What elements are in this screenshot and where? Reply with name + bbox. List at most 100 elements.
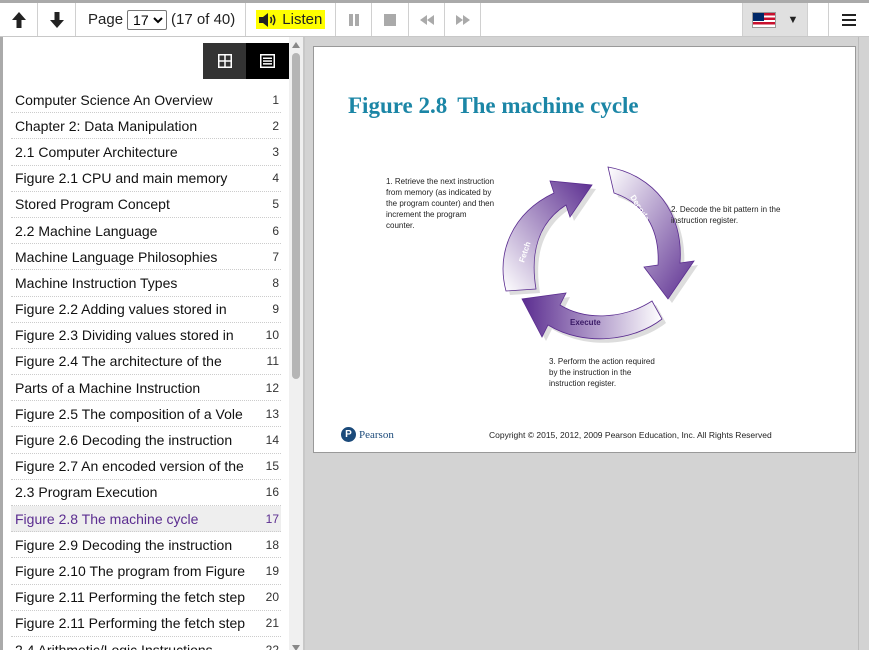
- menu-button[interactable]: [828, 3, 869, 36]
- toc-item[interactable]: Figure 2.5 The composition of a Vole 13: [11, 401, 281, 428]
- toc-item-page-number: 10: [265, 328, 279, 343]
- toc-item[interactable]: Machine Language Philosophies 7: [11, 244, 281, 271]
- page-navigator: Page 17 (17 of 40): [76, 3, 247, 36]
- toc-item-title: Figure 2.2 Adding values stored in: [15, 301, 227, 318]
- toc-item-title: 2.3 Program Execution: [15, 484, 158, 501]
- decode-note: 2. Decode the bit pattern in the instruc…: [671, 205, 781, 225]
- scroll-down-icon[interactable]: [291, 643, 301, 650]
- toolbar: Page 17 (17 of 40) Listen: [0, 3, 869, 37]
- toc-item[interactable]: 2.2 Machine Language 6: [11, 218, 281, 245]
- toc-item-page-number: 2: [272, 118, 279, 133]
- content-scrollbar[interactable]: [858, 37, 869, 650]
- toc-item-page-number: 6: [272, 223, 279, 238]
- toc-item-title: Figure 2.11 Performing the fetch step: [15, 589, 246, 606]
- machine-cycle-diagram: Fetch Decode Execute: [502, 166, 698, 343]
- toc-item-title: 2.4 Arithmetic/Logic Instructions: [15, 641, 213, 650]
- toc-item-page-number: 13: [265, 406, 279, 421]
- toc-list: Computer Science An Overview 1 Chapter 2: …: [11, 87, 281, 650]
- toc-item-page-number: 16: [265, 485, 279, 500]
- toc-item-page-number: 21: [265, 616, 279, 631]
- view-toggle: [203, 43, 289, 79]
- toc-item-title: Chapter 2: Data Manipulation: [15, 117, 198, 134]
- toc-item[interactable]: Figure 2.10 The program from Figure 19: [11, 558, 281, 585]
- toc-item-page-number: 4: [272, 171, 279, 186]
- toc-item-page-number: 1: [272, 92, 279, 107]
- listen-button[interactable]: Listen: [246, 3, 337, 36]
- toc-item-title: Parts of a Machine Instruction: [15, 379, 201, 396]
- sidebar-scrollbar[interactable]: [289, 37, 303, 650]
- toc-item-page-number: 14: [265, 433, 279, 448]
- stop-icon: [384, 13, 397, 26]
- toc-item-page-number: 9: [272, 302, 279, 317]
- toc-item[interactable]: Machine Instruction Types 8: [11, 270, 281, 297]
- toc-item-title: Machine Language Philosophies: [15, 248, 218, 265]
- pause-icon: [348, 13, 359, 26]
- toc-item[interactable]: Figure 2.8 The machine cycle 17: [11, 506, 281, 533]
- fetch-arrow: [502, 180, 593, 292]
- scrollbar-thumb[interactable]: [292, 53, 300, 379]
- toc-item-page-number: 22: [265, 642, 279, 650]
- toc-item-page-number: 18: [265, 537, 279, 552]
- toc-item[interactable]: Figure 2.11 Performing the fetch step 20: [11, 585, 281, 611]
- execute-label: Execute: [570, 318, 601, 327]
- toc-item[interactable]: Figure 2.9 Decoding the instruction 18: [11, 532, 281, 559]
- toc-item[interactable]: 2.3 Program Execution 16: [11, 480, 281, 506]
- toc-item[interactable]: 2.4 Arithmetic/Logic Instructions 22: [11, 637, 281, 650]
- toc-item[interactable]: Figure 2.6 Decoding the instruction 14: [11, 427, 281, 454]
- page-select[interactable]: 17: [127, 9, 168, 30]
- toc-item-title: Figure 2.5 The composition of a Vole: [15, 405, 243, 422]
- toc-item-title: Figure 2.3 Dividing values stored in: [15, 327, 234, 344]
- page-count: (17 of 40): [171, 11, 236, 28]
- toc-item-title: 2.2 Machine Language: [15, 222, 158, 239]
- fast-forward-icon: [455, 14, 470, 25]
- toc-item[interactable]: Computer Science An Overview 1: [11, 87, 281, 114]
- toc-item[interactable]: Figure 2.2 Adding values stored in 9: [11, 297, 281, 323]
- toc-item[interactable]: Stored Program Concept 5: [11, 192, 281, 218]
- reader-app: Page 17 (17 of 40) Listen ▼ Computer Sci…: [0, 0, 869, 650]
- thumbnail-view-button[interactable]: [203, 43, 246, 79]
- listen-label: Listen: [282, 11, 323, 28]
- toc-item[interactable]: 2.1 Computer Architecture 3: [11, 139, 281, 166]
- toc-item[interactable]: Figure 2.11 Performing the fetch step 21: [11, 611, 281, 637]
- stop-button[interactable]: [372, 3, 410, 36]
- copyright-text: Copyright © 2015, 2012, 2009 Pearson Edu…: [489, 430, 772, 440]
- next-page-button[interactable]: [38, 3, 76, 36]
- toc-item[interactable]: Figure 2.7 An encoded version of the 15: [11, 454, 281, 480]
- toc-item-page-number: 8: [272, 275, 279, 290]
- toc-item[interactable]: Chapter 2: Data Manipulation 2: [11, 113, 281, 140]
- toc-item-page-number: 3: [272, 144, 279, 159]
- pearson-logo-icon: P: [341, 427, 356, 442]
- rewind-icon: [419, 14, 434, 25]
- arrow-down-icon: [49, 11, 64, 28]
- table-of-contents-panel: Computer Science An Overview 1 Chapter 2: …: [0, 37, 305, 650]
- list-view-button[interactable]: [246, 43, 289, 79]
- pause-button[interactable]: [336, 3, 373, 36]
- toc-item-page-number: 17: [265, 511, 279, 526]
- toc-item-title: Computer Science An Overview: [15, 91, 213, 108]
- toc-item-page-number: 19: [265, 563, 279, 578]
- fetch-note: 1. Retrieve the next instruction from me…: [386, 177, 495, 230]
- toc-item-title: Figure 2.9 Decoding the instruction: [15, 536, 233, 553]
- toc-item-title: Figure 2.6 Decoding the instruction: [15, 432, 233, 449]
- toc-item-page-number: 15: [265, 459, 279, 474]
- hamburger-menu-icon: [842, 13, 856, 26]
- toc-item-title: Stored Program Concept: [15, 196, 170, 213]
- toc-item-title: Figure 2.4 The architecture of the: [15, 353, 222, 370]
- page-viewer: Figure 2.8 The machine cycle Fetch Decod…: [305, 37, 869, 650]
- toc-item[interactable]: Figure 2.3 Dividing values stored in 10: [11, 323, 281, 349]
- speaker-icon: [259, 12, 276, 27]
- publisher-name: Pearson: [359, 428, 394, 441]
- toc-item-page-number: 11: [266, 354, 279, 369]
- toc-item[interactable]: Figure 2.1 CPU and main memory 4: [11, 166, 281, 192]
- fast-forward-button[interactable]: [445, 3, 482, 36]
- toc-item-title: Figure 2.7 An encoded version of the: [15, 458, 244, 475]
- rewind-button[interactable]: [409, 3, 446, 36]
- list-icon: [260, 54, 275, 68]
- toc-item-page-number: 20: [265, 590, 279, 605]
- language-selector[interactable]: ▼: [742, 3, 808, 36]
- scroll-up-icon[interactable]: [291, 40, 301, 50]
- toc-item[interactable]: Figure 2.4 The architecture of the 11: [11, 349, 281, 376]
- toc-item[interactable]: Parts of a Machine Instruction 12: [11, 375, 281, 402]
- pearson-logo: P Pearson: [341, 427, 394, 442]
- previous-page-button[interactable]: [0, 3, 38, 36]
